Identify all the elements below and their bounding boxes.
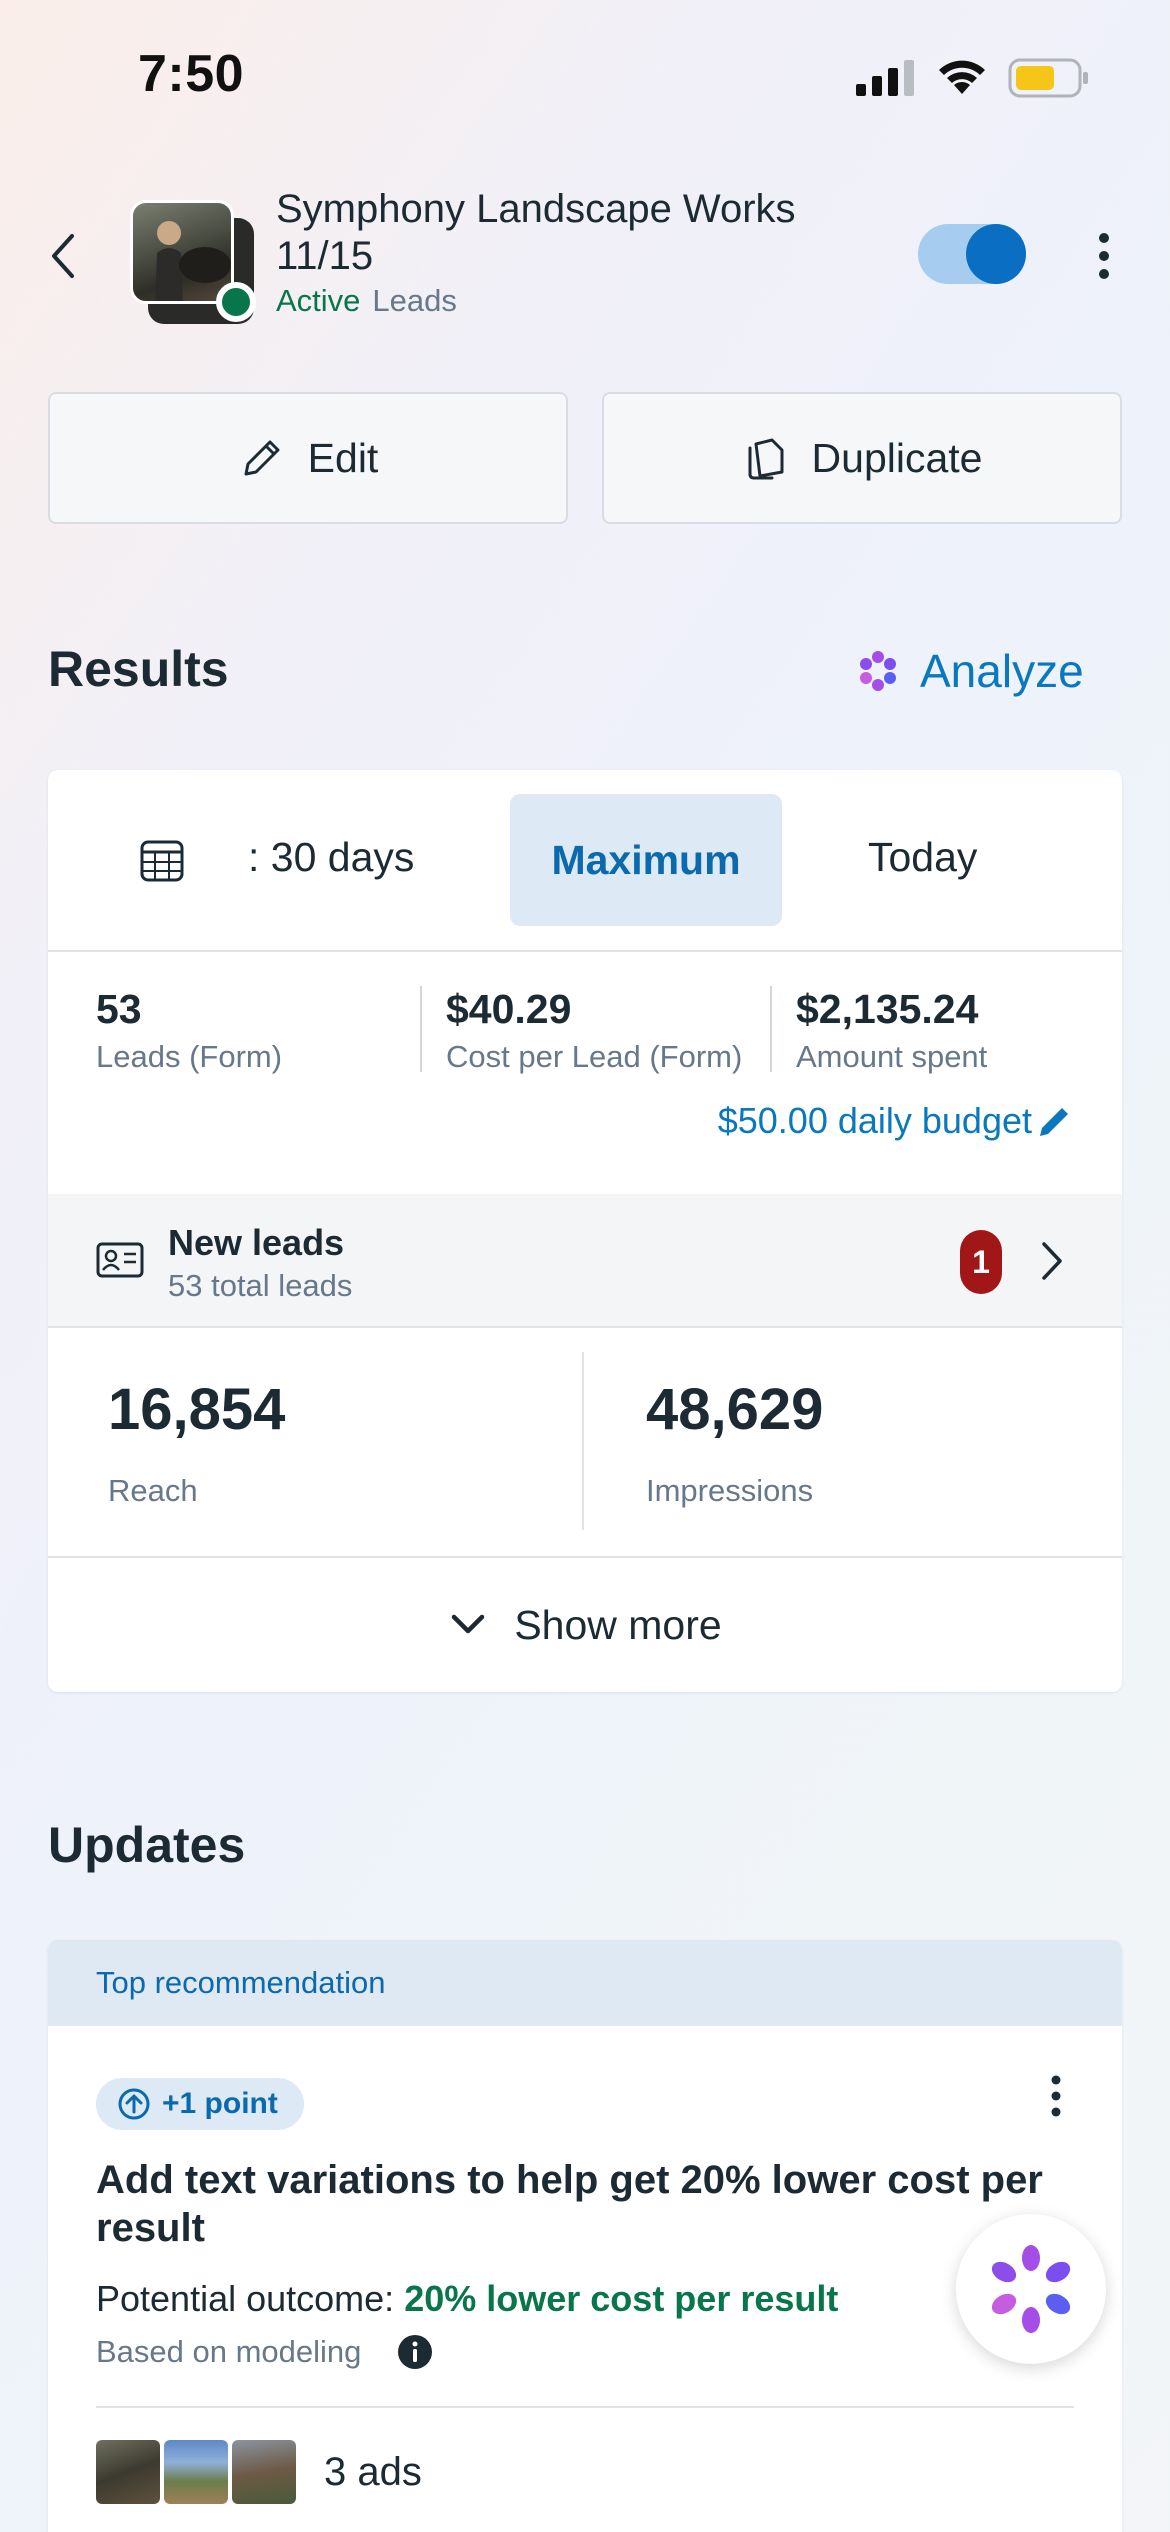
card-divider	[96, 2406, 1074, 2408]
more-options-icon[interactable]	[1086, 226, 1122, 286]
potential-outcome-value: 20% lower cost per result	[404, 2278, 839, 2319]
modeling-note-label: Based on modeling	[96, 2334, 362, 2369]
stat-value: 48,629	[646, 1377, 824, 1442]
ai-sparkle-icon	[860, 651, 896, 691]
calendar-icon[interactable]	[138, 836, 186, 884]
edit-budget-icon	[1040, 1108, 1068, 1136]
arrow-up-circle-icon	[118, 2088, 150, 2120]
score-pill: +1 point	[96, 2078, 304, 2130]
avatar	[130, 200, 234, 304]
metric-label: Cost per Lead (Form)	[446, 1039, 743, 1074]
range-today[interactable]: Today	[868, 834, 977, 881]
recommendation-header: Top recommendation	[48, 1940, 1122, 2026]
info-icon[interactable]	[397, 2334, 433, 2370]
metric-value: 53	[96, 986, 142, 1032]
chevron-down-icon	[452, 1614, 485, 1634]
ai-sparkle-icon	[991, 2245, 1071, 2333]
contact-card-icon	[96, 1242, 144, 1278]
stat-impressions: 48,629 Impressions	[646, 1376, 823, 1509]
battery-icon	[1008, 58, 1088, 98]
modeling-note: Based on modeling	[96, 2334, 433, 2370]
ads-count: 3 ads	[324, 2450, 422, 2494]
campaign-thumbnail	[130, 200, 256, 324]
campaign-meta: Active Leads	[276, 283, 457, 319]
new-leads-title: New leads	[168, 1222, 345, 1263]
daily-budget-link[interactable]: $50.00 daily budget	[718, 1100, 1074, 1142]
metric-leads: 53 Leads (Form)	[96, 986, 282, 1075]
show-more-label: Show more	[514, 1601, 722, 1648]
metric-value: $40.29	[446, 986, 572, 1032]
edit-button-label: Edit	[307, 434, 379, 481]
wifi-icon	[939, 60, 985, 94]
ad-thumbnail	[164, 2440, 228, 2504]
show-more-button[interactable]: Show more	[48, 1556, 1122, 1692]
ad-thumbnail	[96, 2440, 160, 2504]
recommendation-card[interactable]: Top recommendation +1 point Add text var…	[48, 1940, 1122, 2532]
score-pill-label: +1 point	[162, 2087, 278, 2120]
ad-thumbnails	[96, 2440, 296, 2504]
potential-outcome: Potential outcome: 20% lower cost per re…	[96, 2278, 838, 2320]
cellular-signal-icon	[856, 60, 914, 96]
metric-divider	[770, 986, 772, 1072]
person-photo-icon	[155, 221, 231, 301]
campaign-objective: Leads	[372, 283, 457, 318]
back-chevron-icon[interactable]	[40, 226, 84, 286]
ad-thumbnail	[232, 2440, 296, 2504]
stat-label: Reach	[108, 1473, 198, 1508]
metric-value: $2,135.24	[796, 986, 979, 1032]
pencil-icon	[244, 440, 280, 476]
status-time: 7:50	[138, 45, 245, 103]
recommendation-more-icon[interactable]	[1044, 2070, 1068, 2122]
potential-outcome-label: Potential outcome:	[96, 2278, 395, 2319]
duplicate-button[interactable]: Duplicate	[602, 392, 1122, 524]
campaign-status: Active	[276, 283, 361, 318]
chevron-right-icon	[1042, 1242, 1062, 1280]
stat-label: Impressions	[646, 1473, 814, 1508]
date-range-selector: : 30 days Maximum Today	[48, 770, 1122, 952]
stat-divider	[582, 1352, 584, 1530]
metric-cost-per-lead: $40.29 Cost per Lead (Form)	[446, 986, 742, 1075]
range-30-days[interactable]: : 30 days	[248, 834, 414, 881]
results-card: : 30 days Maximum Today 53 Leads (Form) …	[48, 770, 1122, 1692]
duplicate-icon	[748, 438, 784, 480]
results-heading: Results	[48, 641, 229, 697]
analyze-button[interactable]: Analyze	[854, 644, 1084, 698]
daily-budget-label: $50.00 daily budget	[717, 1100, 1032, 1141]
range-maximum[interactable]: Maximum	[510, 794, 782, 926]
metric-label: Amount spent	[796, 1039, 988, 1074]
campaign-toggle[interactable]	[918, 224, 1026, 284]
recommendation-title: Add text variations to help get 20% lowe…	[96, 2158, 1043, 2250]
updates-heading: Updates	[48, 1817, 246, 1873]
new-leads-subtitle: 53 total leads	[168, 1268, 353, 1303]
ai-assistant-button[interactable]	[956, 2214, 1106, 2364]
duplicate-button-label: Duplicate	[811, 434, 983, 481]
metric-label: Leads (Form)	[96, 1039, 283, 1074]
metric-amount-spent: $2,135.24 Amount spent	[796, 986, 987, 1075]
stat-value: 16,854	[108, 1377, 286, 1442]
edit-button[interactable]: Edit	[48, 392, 568, 524]
toggle-knob	[966, 224, 1026, 284]
campaign-title: Symphony Landscape Works 11/15	[276, 187, 796, 278]
new-leads-badge: 1	[960, 1230, 1002, 1294]
status-bar: 7:50	[0, 0, 1170, 150]
analyze-label: Analyze	[920, 645, 1084, 697]
metric-divider	[420, 986, 422, 1072]
new-leads-row[interactable]: New leads 53 total leads 1	[48, 1194, 1122, 1328]
stat-reach: 16,854 Reach	[108, 1376, 285, 1509]
active-status-dot	[216, 282, 256, 322]
